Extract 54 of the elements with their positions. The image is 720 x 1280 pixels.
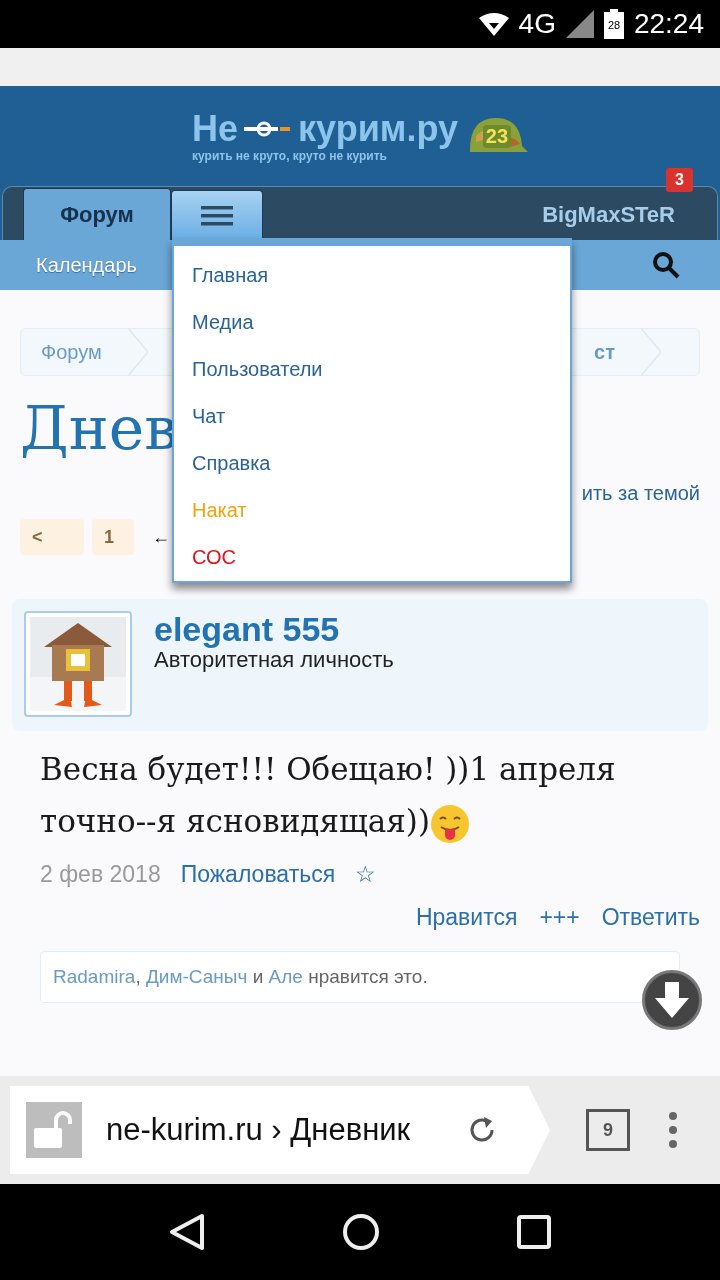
logo-tagline: курить не круто, круто не курить bbox=[192, 149, 388, 163]
menu-item[interactable]: Чат bbox=[192, 393, 570, 440]
post-action-link[interactable]: Ответить bbox=[601, 904, 700, 931]
author-name[interactable]: elegant 555 bbox=[154, 611, 394, 647]
breadcrumb-link[interactable]: Форум bbox=[41, 340, 102, 364]
recents-icon[interactable] bbox=[517, 1215, 552, 1249]
back-icon[interactable] bbox=[168, 1213, 205, 1251]
menu-item[interactable]: Пользователи bbox=[192, 346, 570, 393]
arrow-hint: ← bbox=[152, 526, 170, 548]
calendar-link[interactable]: Календарь bbox=[36, 253, 137, 277]
post-action-link[interactable]: +++ bbox=[539, 904, 580, 931]
logo-text: курим.ру bbox=[298, 109, 458, 149]
tab-switcher-button[interactable]: 9 bbox=[586, 1109, 630, 1151]
post-message: Весна будет!!! Обещаю! ))1 апреля точно--я ясновидящая)) bbox=[40, 743, 700, 847]
menu-tab[interactable] bbox=[171, 190, 263, 240]
page-title: Днев bbox=[20, 392, 175, 465]
author-rank: Авторитетная личность bbox=[154, 647, 394, 673]
liker-link[interactable]: Але bbox=[268, 966, 303, 988]
menu-item[interactable]: Медиа bbox=[192, 299, 570, 346]
clock: 22:24 bbox=[633, 8, 704, 40]
separator-text: , bbox=[135, 966, 142, 988]
watch-thread-link[interactable]: ить за темой bbox=[581, 482, 700, 505]
cigarette-knot-icon bbox=[244, 121, 293, 137]
likes-suffix: нравится это. bbox=[307, 966, 428, 988]
address-bar[interactable]: ne-kurim.ru › Дневник bbox=[10, 1086, 550, 1174]
wifi-icon bbox=[478, 12, 509, 36]
post-date: 2 фев 2018 bbox=[40, 861, 161, 888]
breadcrumb-link[interactable]: ст bbox=[594, 340, 615, 364]
menu-item[interactable]: Справка bbox=[192, 440, 570, 487]
overflow-menu-icon[interactable] bbox=[668, 1111, 678, 1149]
down-arrow-icon bbox=[655, 982, 689, 1018]
liker-link[interactable]: Дим-Саныч bbox=[145, 966, 248, 988]
url-text: ne-kurim.ru › Дневник bbox=[106, 1112, 412, 1148]
page-button[interactable]: 1 bbox=[92, 519, 134, 555]
prev-page-button[interactable]: < bbox=[20, 519, 84, 555]
menu-item[interactable]: Главная bbox=[192, 252, 570, 299]
conjunction-text: и bbox=[251, 966, 265, 988]
report-link[interactable]: Пожаловаться bbox=[180, 861, 336, 888]
notification-badge: 3 bbox=[666, 168, 693, 192]
menu-icon bbox=[201, 205, 233, 226]
home-icon[interactable] bbox=[342, 1213, 380, 1251]
logo-text: Не bbox=[192, 109, 239, 149]
forum-tab[interactable]: Форум bbox=[23, 188, 171, 240]
post-action-link[interactable]: Нравится bbox=[415, 904, 518, 931]
tongue-emoji-icon bbox=[430, 803, 471, 844]
menu-item[interactable]: СОС bbox=[192, 534, 570, 581]
battery-icon: 28 bbox=[603, 9, 624, 39]
network-type: 4G bbox=[518, 8, 556, 40]
signal-icon bbox=[565, 10, 594, 38]
liker-link[interactable]: Radamira bbox=[53, 966, 136, 988]
search-icon[interactable] bbox=[652, 251, 680, 279]
bookmark-star[interactable]: ☆ bbox=[355, 861, 377, 888]
unlocked-padlock-icon bbox=[26, 1102, 82, 1158]
scroll-down-button[interactable] bbox=[642, 970, 702, 1030]
